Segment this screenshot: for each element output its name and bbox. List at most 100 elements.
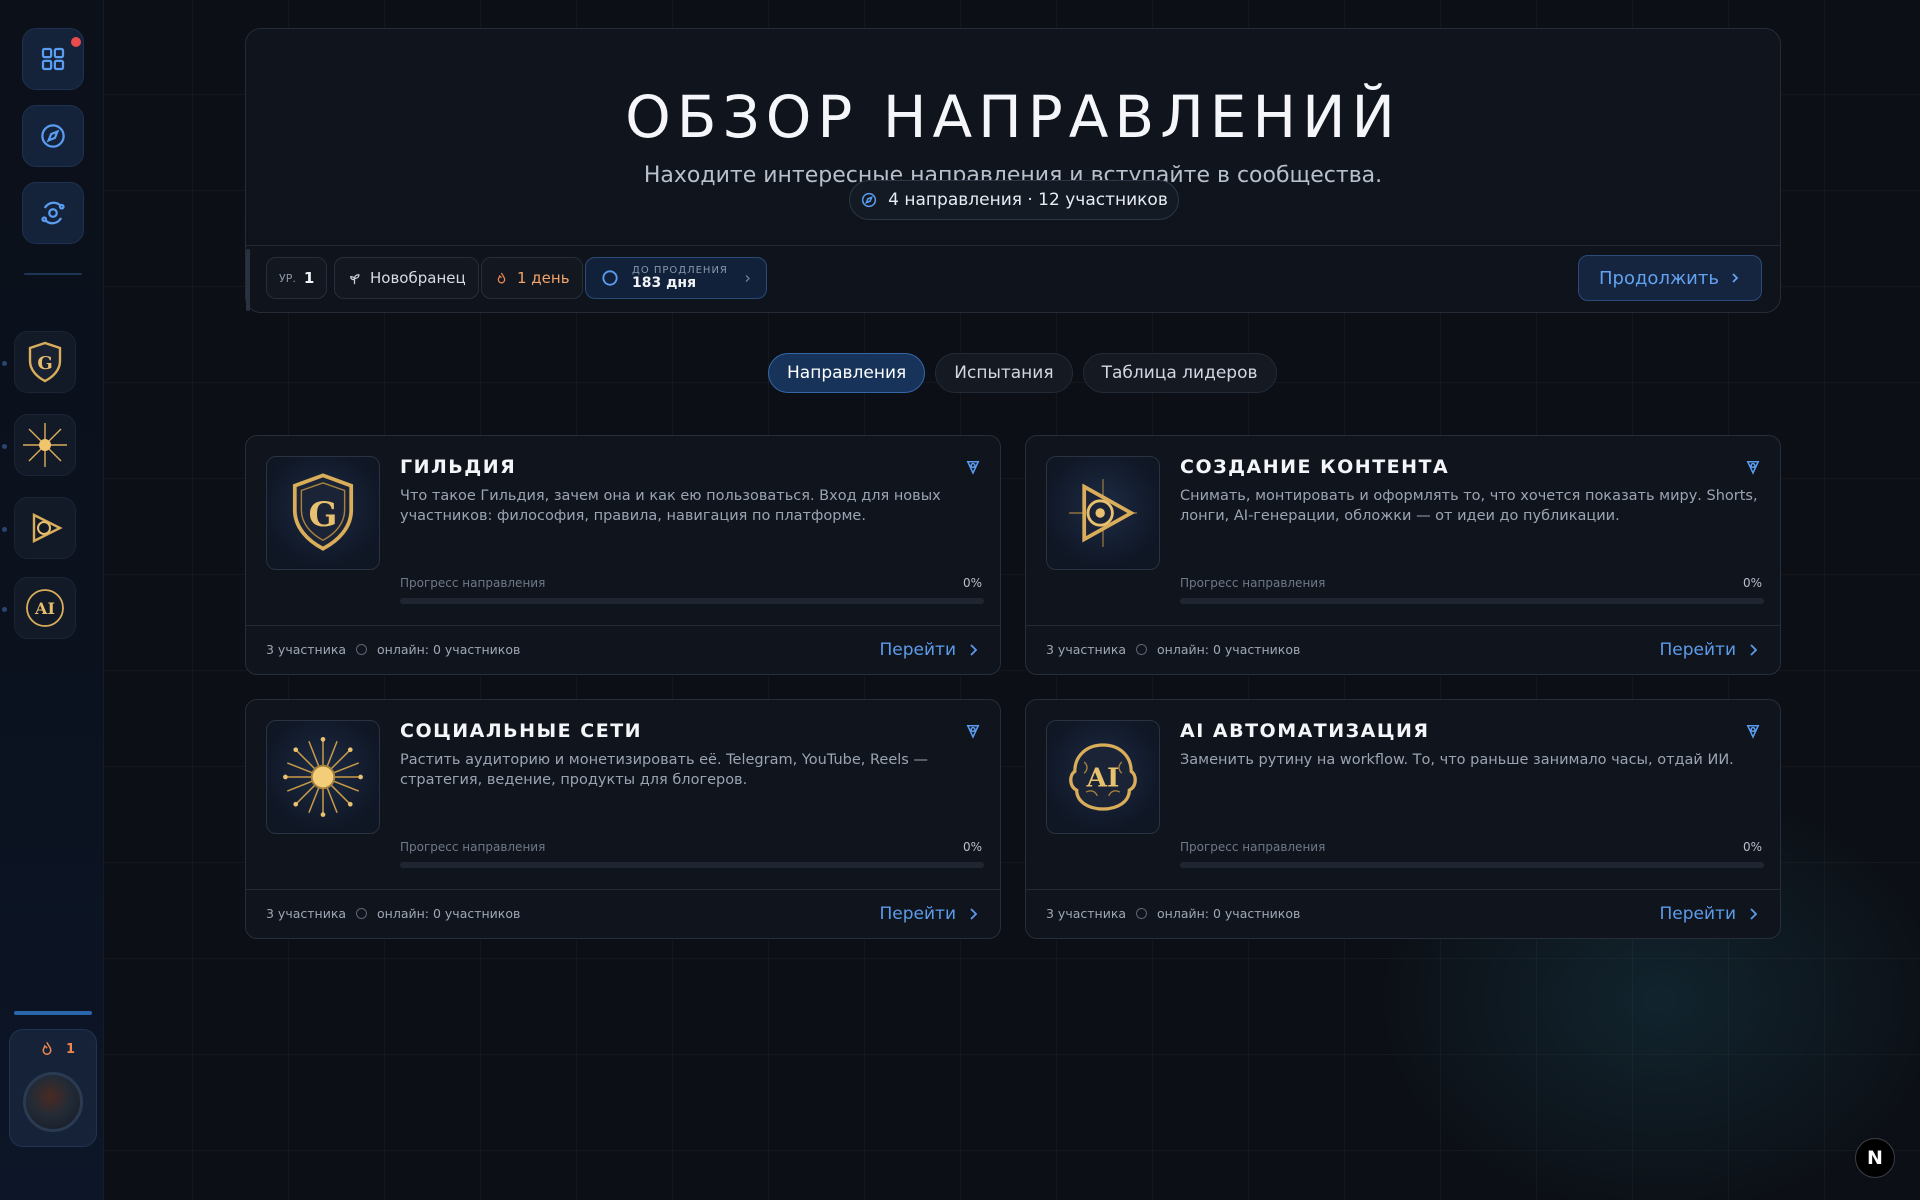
tab-challenges[interactable]: Испытания <box>935 353 1073 393</box>
sidebar-community-guild[interactable]: G <box>14 331 76 393</box>
header-divider <box>246 245 1780 246</box>
progress-label: Прогресс направления <box>1180 840 1326 854</box>
card-title: AI АВТОМАТИЗАЦИЯ <box>1180 720 1430 742</box>
progress-percent: 0% <box>962 576 982 590</box>
community-button[interactable] <box>22 182 84 244</box>
svg-text:G: G <box>37 353 52 374</box>
chevron-right-icon <box>970 908 978 920</box>
card-image <box>1046 456 1160 570</box>
card-description: Что такое Гильдия, зачем она и как ею по… <box>400 488 941 524</box>
badge-icon[interactable] <box>964 722 982 740</box>
card-description: Заменить рутину на workflow. То, что ран… <box>1180 752 1734 768</box>
explore-button[interactable] <box>22 105 84 167</box>
online-icon <box>356 644 368 655</box>
online-count: онлайн: 0 участников <box>377 642 521 657</box>
card-footer: 3 участника онлайн: 0 участников <box>266 906 520 921</box>
online-count: онлайн: 0 участников <box>1157 906 1301 921</box>
online-icon <box>356 908 368 919</box>
card-divider <box>246 625 1000 626</box>
community-indicator <box>2 527 7 532</box>
badge-icon[interactable] <box>1744 458 1762 476</box>
community-indicator <box>2 361 7 366</box>
direction-card-guild: G ГИЛЬДИЯ Что такое Гильдия, зачем она и… <box>245 435 1001 675</box>
progress-bar <box>400 598 984 604</box>
card-image <box>266 720 380 834</box>
card-divider <box>246 889 1000 890</box>
page-title: ОБЗОР НАПРАВЛЕНИЙ <box>625 83 1401 151</box>
tab-leaderboard[interactable]: Таблица лидеров <box>1082 353 1277 393</box>
direction-card-content: СОЗДАНИЕ КОНТЕНТА Снимать, монтировать и… <box>1025 435 1781 675</box>
flame-icon <box>42 1042 52 1055</box>
card-title: ГИЛЬДИЯ <box>400 456 517 478</box>
play-aperture-icon <box>1069 479 1137 547</box>
progress-percent: 0% <box>1742 840 1762 854</box>
chevron-right-icon <box>970 644 978 656</box>
level-label: УР. <box>279 271 296 285</box>
chevron-right-icon <box>1732 273 1739 283</box>
card-title: СОЗДАНИЕ КОНТЕНТА <box>1180 456 1450 478</box>
sidebar-community-social[interactable] <box>14 414 76 476</box>
goto-label: Перейти <box>1659 640 1737 660</box>
rank-text: Новобранец <box>370 269 466 287</box>
member-count: 3 участника <box>266 906 347 921</box>
ring-icon <box>602 270 618 286</box>
tab-bar: Направления Испытания Таблица лидеров <box>768 353 1277 393</box>
card-footer: 3 участника онлайн: 0 участников <box>1046 642 1300 657</box>
overview-header: ОБЗОР НАПРАВЛЕНИЙ Находите интересные на… <box>245 28 1781 313</box>
svg-text:AI: AI <box>1086 762 1120 793</box>
chevron-right-icon <box>1750 908 1758 920</box>
sidebar-streak-value: 1 <box>66 1041 76 1057</box>
sidebar-community-content[interactable] <box>14 497 76 559</box>
card-title: СОЦИАЛЬНЫЕ СЕТИ <box>400 720 643 742</box>
direction-card-ai: AI AI АВТОМАТИЗАЦИЯ Заменить рутину на w… <box>1025 699 1781 939</box>
dev-tools-badge[interactable]: N <box>1855 1138 1895 1178</box>
sidebar-community-ai[interactable]: AI <box>14 577 76 639</box>
direction-card-social: СОЦИАЛЬНЫЕ СЕТИ Растить аудиторию и моне… <box>245 699 1001 939</box>
card-description: Растить аудиторию и монетизировать её. T… <box>400 752 928 788</box>
card-image: AI <box>1046 720 1160 834</box>
notification-dot <box>71 37 81 47</box>
dashboard-button[interactable] <box>22 28 84 90</box>
tab-directions[interactable]: Направления <box>768 353 926 393</box>
sidebar: G AI 1 <box>0 0 104 1200</box>
avatar[interactable] <box>23 1072 83 1132</box>
progress-percent: 0% <box>1742 576 1762 590</box>
progress-percent: 0% <box>962 840 982 854</box>
profile-panel: 1 <box>9 1029 97 1147</box>
svg-text:G: G <box>309 494 338 534</box>
orbit-icon <box>41 201 65 225</box>
community-indicator <box>2 444 7 449</box>
online-icon <box>1136 644 1148 655</box>
play-aperture-icon <box>32 513 63 543</box>
member-count: 3 участника <box>1046 906 1127 921</box>
progress-label: Прогресс направления <box>400 576 546 590</box>
ai-brain-icon: AI <box>1069 743 1137 811</box>
progress-label: Прогресс направления <box>1180 576 1326 590</box>
flame-icon <box>497 272 506 283</box>
goto-button[interactable]: Перейти <box>880 898 979 930</box>
goto-button[interactable]: Перейти <box>880 634 979 666</box>
goto-button[interactable]: Перейти <box>1660 898 1759 930</box>
sidebar-streak: 1 <box>38 1040 75 1058</box>
card-image: G <box>266 456 380 570</box>
renewal-chip[interactable]: ДО ПРОДЛЕНИЯ 183 дня <box>585 257 767 299</box>
ai-brain-icon: AI <box>26 589 64 627</box>
header-accent <box>246 249 250 311</box>
renewal-text: ДО ПРОДЛЕНИЯ 183 дня <box>632 265 728 291</box>
goto-button[interactable]: Перейти <box>1660 634 1759 666</box>
badge-icon[interactable] <box>964 458 982 476</box>
continue-button[interactable]: Продолжить <box>1578 255 1762 301</box>
stats-text: 4 направления · 12 участников <box>888 190 1168 210</box>
member-count: 3 участника <box>1046 642 1127 657</box>
goto-label: Перейти <box>1659 904 1737 924</box>
sprout-icon <box>350 273 360 284</box>
card-description: Снимать, монтировать и оформлять то, что… <box>1180 488 1758 524</box>
renewal-value: 183 дня <box>632 274 697 291</box>
streak-text: 1 день <box>517 269 570 287</box>
chevron-right-icon <box>745 274 750 282</box>
member-count: 3 участника <box>266 642 347 657</box>
continue-label: Продолжить <box>1599 267 1719 289</box>
grid-icon <box>41 47 65 71</box>
badge-icon[interactable] <box>1744 722 1762 740</box>
card-divider <box>1026 625 1780 626</box>
